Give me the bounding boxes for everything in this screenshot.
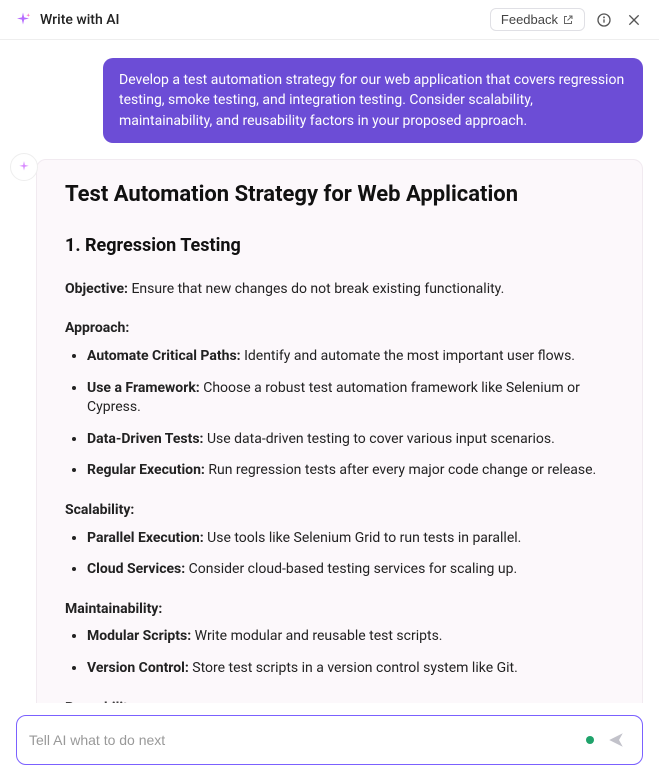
maintainability-heading: Maintainability: [65, 600, 614, 620]
list-item-label: Version Control: [87, 660, 189, 676]
input-bar [0, 703, 659, 781]
user-message: Develop a test automation strategy for o… [103, 58, 643, 143]
maintainability-list: Modular Scripts: Write modular and reusa… [65, 627, 614, 678]
list-item: Use a Framework: Choose a robust test au… [87, 379, 614, 418]
app-title: Write with AI [40, 12, 482, 28]
objective-text: Ensure that new changes do not break exi… [128, 281, 504, 297]
feedback-label: Feedback [501, 12, 558, 27]
info-button[interactable] [593, 9, 615, 31]
list-item-text: Identify and automate the most important… [241, 348, 575, 364]
list-item-text: Store test scripts in a version control … [189, 660, 518, 676]
content-fade [37, 700, 642, 703]
info-icon [596, 12, 612, 28]
response-title: Test Automation Strategy for Web Applica… [65, 182, 614, 207]
list-item-label: Modular Scripts: [87, 628, 191, 644]
assistant-avatar [10, 153, 38, 181]
list-item-label: Data-Driven Tests: [87, 431, 203, 447]
list-item: Modular Scripts: Write modular and reusa… [87, 627, 614, 647]
list-item-text: Use data-driven testing to cover various… [203, 431, 554, 447]
list-item-label: Use a Framework: [87, 380, 200, 396]
approach-heading: Approach: [65, 319, 614, 339]
objective-line: Objective: Ensure that new changes do no… [65, 280, 614, 300]
chat-area: Develop a test automation strategy for o… [0, 40, 659, 703]
app-header: Write with AI Feedback [0, 0, 659, 40]
list-item: Version Control: Store test scripts in a… [87, 659, 614, 679]
list-item-text: Run regression tests after every major c… [205, 462, 596, 478]
list-item: Cloud Services: Consider cloud-based tes… [87, 560, 614, 580]
prompt-input[interactable] [29, 732, 578, 748]
feedback-button[interactable]: Feedback [490, 8, 585, 31]
list-item-label: Regular Execution: [87, 462, 205, 478]
list-item-label: Parallel Execution: [87, 530, 204, 546]
list-item: Parallel Execution: Use tools like Selen… [87, 529, 614, 549]
list-item-label: Automate Critical Paths: [87, 348, 241, 364]
list-item: Automate Critical Paths: Identify and au… [87, 347, 614, 367]
list-item-label: Cloud Services: [87, 561, 185, 577]
sparkle-icon [17, 160, 31, 174]
list-item-text: Consider cloud-based testing services fo… [185, 561, 517, 577]
scalability-list: Parallel Execution: Use tools like Selen… [65, 529, 614, 580]
sparkle-icon [14, 11, 32, 29]
list-item-text: Write modular and reusable test scripts. [191, 628, 442, 644]
close-button[interactable] [623, 9, 645, 31]
objective-label: Objective: [65, 281, 128, 297]
assistant-content: Test Automation Strategy for Web Applica… [36, 159, 643, 703]
list-item: Regular Execution: Run regression tests … [87, 461, 614, 481]
input-field-wrap[interactable] [16, 715, 643, 765]
scalability-heading: Scalability: [65, 501, 614, 521]
list-item: Data-Driven Tests: Use data-driven testi… [87, 430, 614, 450]
close-icon [626, 12, 642, 28]
external-link-icon [562, 14, 574, 26]
assistant-message: Test Automation Strategy for Web Applica… [16, 159, 643, 703]
send-icon [607, 731, 625, 749]
section-heading: 1. Regression Testing [65, 235, 614, 256]
send-button[interactable] [602, 726, 630, 754]
status-dot-icon [586, 736, 594, 744]
approach-list: Automate Critical Paths: Identify and au… [65, 347, 614, 481]
list-item-text: Use tools like Selenium Grid to run test… [204, 530, 522, 546]
